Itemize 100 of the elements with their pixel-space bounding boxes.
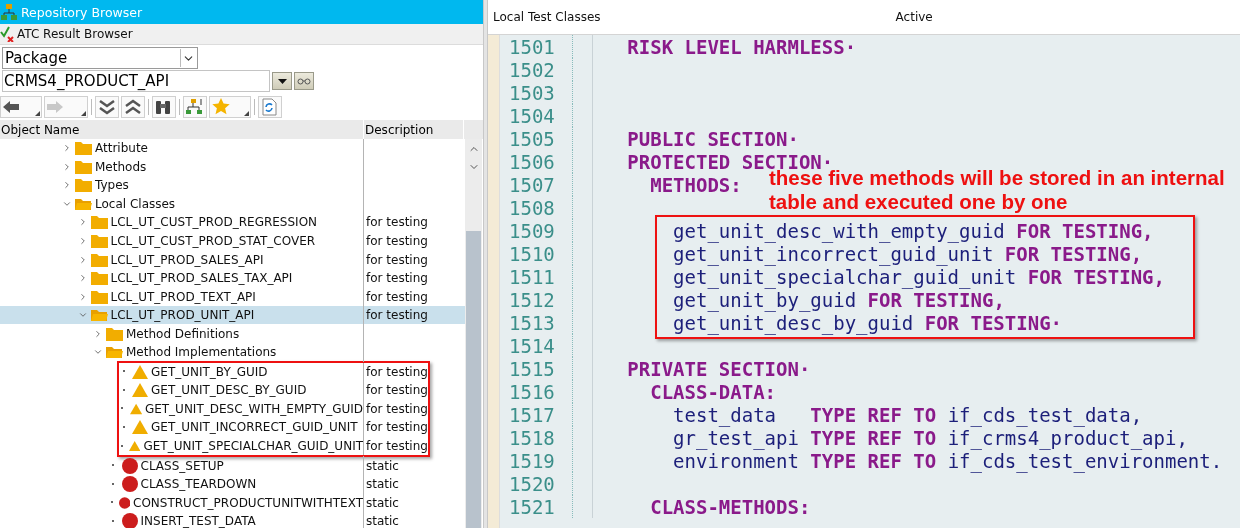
line-number: 1518 [500, 426, 573, 449]
description-text: static [365, 477, 400, 492]
tree-row[interactable]: GET_UNIT_DESC_WITH_EMPTY_GUID for testing [119, 399, 428, 419]
expand-chevron-icon[interactable] [62, 161, 72, 172]
line-number: 1512 [500, 288, 573, 311]
line-number: 1513 [500, 311, 573, 334]
favorites-button[interactable] [209, 95, 251, 118]
back-button[interactable] [0, 95, 42, 118]
description-text: for testing [365, 420, 428, 435]
tree-row[interactable]: Method Definitions [0, 324, 465, 343]
expand-chevron-icon[interactable] [62, 180, 72, 191]
tree-row[interactable]: GET_UNIT_SPECIALCHAR_GUID_UNIT for testing [119, 436, 428, 456]
tree-item-label: GET_UNIT_DESC_BY_GUID [151, 383, 307, 398]
tree-row[interactable]: Methods [0, 157, 465, 177]
hierarchy-button[interactable] [183, 95, 207, 118]
expand-chevron-icon[interactable] [93, 328, 103, 339]
tree-item-label: Method Implementations [126, 345, 277, 360]
tree-item-label: Local Classes [95, 196, 176, 211]
tree-row[interactable]: CLASS_SETUP static [0, 456, 465, 475]
tree-row[interactable]: GET_UNIT_BY_GUID for testing [119, 362, 428, 382]
tree-row[interactable]: LCL_UT_PROD_UNIT_API for testing [0, 305, 465, 325]
folder-icon [75, 159, 92, 174]
star-icon [212, 98, 230, 115]
description-text: static [365, 458, 400, 473]
collapse-all-button[interactable] [121, 95, 145, 118]
code-identifier: environment [672, 449, 799, 472]
tree-row[interactable]: Types [0, 176, 465, 195]
line-number: 1510 [500, 242, 573, 265]
tree-row[interactable]: Local Classes [0, 194, 465, 214]
scroll-bar[interactable] [465, 139, 482, 528]
line-number: 1520 [500, 472, 573, 495]
column-header[interactable]: Description [364, 120, 464, 139]
code-identifier: if_cds_test_environment. [946, 449, 1223, 472]
tree-row[interactable]: CLASS_TEARDOWN static [0, 474, 465, 494]
tree-item-label: INSERT_TEST_DATA [140, 514, 256, 528]
tree-item-label: LCL_UT_PROD_SALES_TAX_API [110, 271, 293, 286]
code-identifier: get_unit_specialchar_guid_unit [672, 265, 1017, 288]
expand-chevron-icon[interactable] [62, 143, 72, 154]
folder-icon [90, 234, 108, 248]
hierarchy-icon [1, 3, 17, 21]
tree-item-label: Attribute [95, 141, 148, 156]
tree-item-label: GET_UNIT_DESC_WITH_EMPTY_GUID [144, 401, 363, 416]
line-number: 1508 [500, 196, 573, 219]
tree-row[interactable]: LCL_UT_CUST_PROD_REGRESSION for testing [0, 213, 465, 232]
code-identifier: if_cds_test_data, [946, 403, 1143, 426]
code-keyword: TYPE REF TO [809, 426, 937, 449]
tree-row[interactable]: LCL_UT_PROD_TEXT_API for testing [0, 287, 465, 306]
atc-bar[interactable]: ATC Result Browser [0, 24, 483, 45]
description-text: for testing [365, 383, 428, 398]
object-name-field[interactable]: CRMS4_PRODUCT_API [2, 70, 270, 92]
description-text: for testing [365, 308, 429, 323]
code-keyword: FOR TESTING, [1003, 242, 1143, 265]
tree-item-label: CONSTRUCT_PRODUCTUNITWITHTEXT [133, 495, 363, 510]
line-number: 1515 [500, 357, 573, 380]
tree-item-label: LCL_UT_PROD_SALES_API [110, 252, 264, 267]
refresh-button[interactable] [258, 95, 282, 118]
left-arrow-icon [3, 100, 19, 113]
column-header[interactable]: Object Name [0, 120, 364, 139]
code-keyword: FOR TESTING, [1026, 265, 1165, 288]
status-text: Active [895, 10, 933, 24]
line-number: 1517 [500, 403, 573, 426]
code-keyword: CLASS-METHODS: [649, 495, 811, 518]
expand-all-button[interactable] [95, 95, 119, 118]
warning-icon [129, 439, 141, 453]
dropdown-button[interactable] [272, 72, 292, 90]
code-keyword: FOR TESTING, [1015, 219, 1154, 242]
dropdown-corner-icon [244, 110, 249, 116]
panel-title: Repository Browser [21, 4, 143, 20]
dropdown-corner-icon [81, 110, 86, 116]
folder-icon [90, 215, 108, 230]
tree-row[interactable]: CONSTRUCT_PRODUCTUNITWITHTEXT static [0, 493, 465, 512]
tree-row[interactable]: Method Implementations [0, 343, 465, 362]
code-identifier: get_unit_desc_by_guid [672, 311, 914, 334]
code-keyword: PRIVATE SECTION· [626, 357, 811, 380]
object-type-dropdown[interactable]: Package [2, 47, 198, 69]
line-number: 1516 [500, 380, 573, 403]
tree-row[interactable]: GET_UNIT_DESC_BY_GUID for testing [119, 381, 428, 400]
code-identifier: get_unit_by_guid [672, 288, 857, 311]
warning-icon [132, 383, 148, 398]
line-number: 1506 [500, 150, 573, 173]
tree-item-label: LCL_UT_CUST_PROD_STAT_COVER [110, 234, 316, 248]
hierarchy-icon [186, 97, 204, 116]
display-button[interactable] [294, 72, 314, 90]
description-text: for testing [365, 215, 429, 230]
find-button[interactable] [152, 95, 176, 118]
tree-row[interactable]: LCL_UT_CUST_PROD_STAT_COVER for testing [0, 231, 465, 251]
description-text: static [365, 514, 400, 528]
tree-row[interactable]: Attribute [0, 139, 465, 158]
tree-item-label: Methods [95, 159, 147, 174]
tree-item-label: GET_UNIT_BY_GUID [151, 364, 268, 379]
right-arrow-icon [47, 100, 63, 113]
tree-row[interactable]: GET_UNIT_INCORRECT_GUID_UNIT for testing [119, 418, 428, 437]
description-text: for testing [365, 439, 428, 453]
code-keyword: TYPE REF TO [809, 449, 937, 472]
folder-icon [75, 178, 92, 193]
down-triangle-icon [277, 78, 287, 84]
tree-row[interactable]: LCL_UT_PROD_SALES_API for testing [0, 250, 465, 269]
tree-row[interactable]: INSERT_TEST_DATA static [0, 511, 465, 528]
tree-row[interactable]: LCL_UT_PROD_SALES_TAX_API for testing [0, 268, 465, 288]
line-number: 1511 [500, 265, 573, 288]
